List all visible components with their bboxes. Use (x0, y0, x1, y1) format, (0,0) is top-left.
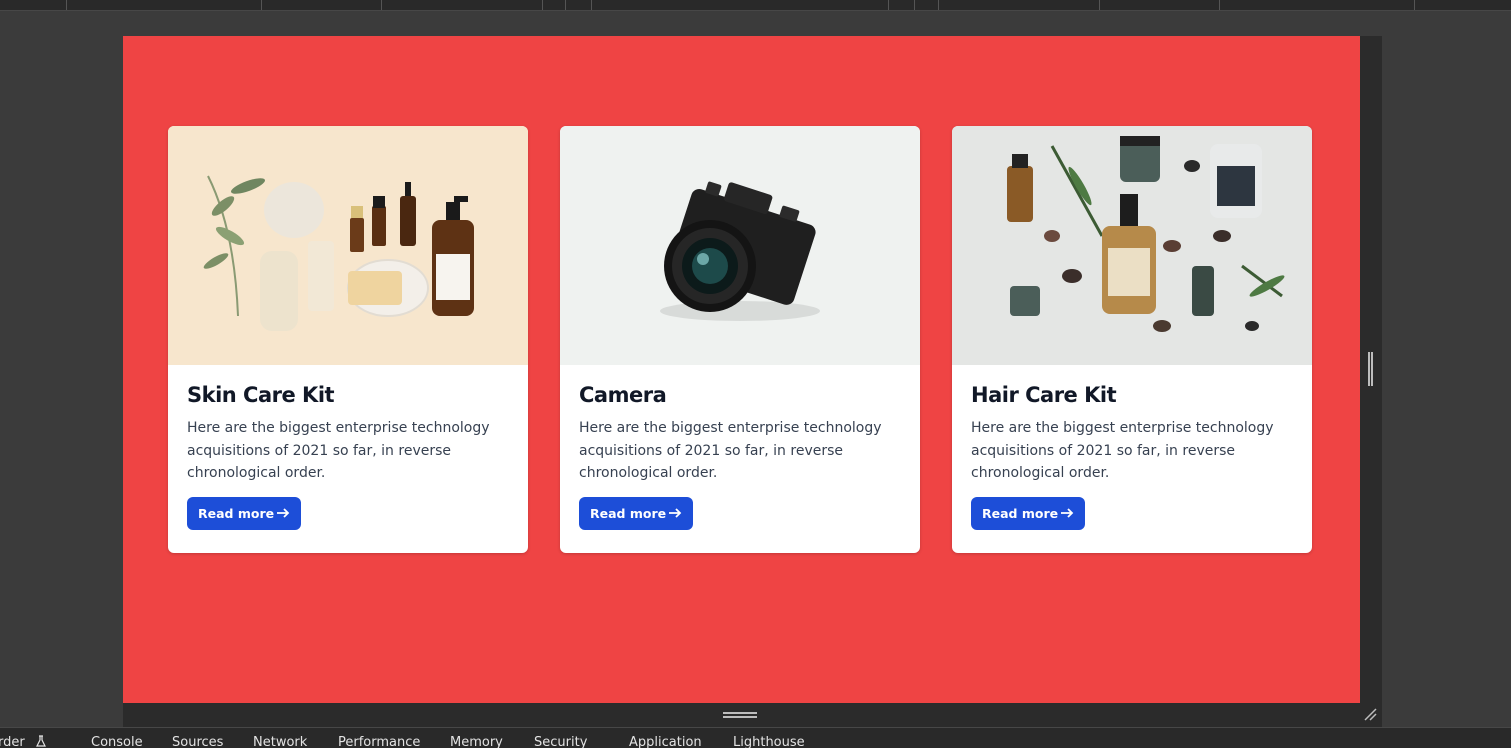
read-more-label: Read more (590, 505, 667, 521)
tab-sources[interactable]: Sources (172, 735, 223, 748)
toolbar-separator (888, 0, 889, 10)
arrow-right-icon (277, 508, 290, 518)
card-title: Skin Care Kit (187, 383, 335, 407)
page-viewport: Skin Care Kit Here are the biggest enter… (123, 36, 1360, 703)
read-more-button[interactable]: Read more (187, 496, 302, 530)
tab-lighthouse[interactable]: Lighthouse (733, 735, 805, 748)
viewport-height-resize-handle[interactable] (723, 712, 757, 718)
card-description: Here are the biggest enterprise technolo… (579, 420, 882, 481)
toolbar-separator (261, 0, 262, 10)
toolbar-separator (938, 0, 939, 10)
read-more-button[interactable]: Read more (579, 496, 694, 530)
viewport-bottom-gutter (123, 703, 1382, 727)
read-more-button[interactable]: Read more (971, 496, 1086, 530)
devtools-top-toolbar (0, 0, 1511, 11)
card-title: Hair Care Kit (971, 383, 1117, 407)
read-more-label: Read more (982, 505, 1059, 521)
tab-security[interactable]: Security (534, 735, 587, 748)
card-title: Camera (579, 383, 667, 407)
product-card-hair-care: Hair Care Kit Here are the biggest enter… (952, 126, 1312, 553)
tab-memory[interactable]: Memory (450, 735, 503, 748)
card-description: Here are the biggest enterprise technolo… (971, 420, 1274, 481)
tab-console[interactable]: Console (91, 735, 143, 748)
skin-care-image (168, 126, 528, 365)
tab-performance[interactable]: Performance (338, 735, 420, 748)
toolbar-separator (1219, 0, 1220, 10)
arrow-right-icon (1061, 508, 1074, 518)
devtools-tab-bar: rder Console Sources Network Performance… (0, 727, 1511, 748)
product-card-skin-care: Skin Care Kit Here are the biggest enter… (168, 126, 528, 553)
camera-illustration (560, 126, 920, 365)
tab-network[interactable]: Network (253, 735, 307, 748)
toolbar-separator (914, 0, 915, 10)
camera-image (560, 126, 920, 365)
tab-recorder[interactable]: rder (0, 735, 47, 748)
viewport-width-resize-handle[interactable] (1368, 352, 1373, 386)
tab-label: rder (0, 735, 25, 748)
skin-care-illustration (168, 126, 528, 365)
hair-care-image (952, 126, 1312, 365)
toolbar-separator (66, 0, 67, 10)
toolbar-separator (1099, 0, 1100, 10)
arrow-right-icon (669, 508, 682, 518)
toolbar-separator (591, 0, 592, 10)
toolbar-separator (565, 0, 566, 10)
toolbar-separator (381, 0, 382, 10)
tab-application[interactable]: Application (629, 735, 702, 748)
corner-resize-icon[interactable] (1363, 707, 1377, 721)
product-card-camera: Camera Here are the biggest enterprise t… (560, 126, 920, 553)
toolbar-separator (542, 0, 543, 10)
flask-icon (35, 735, 46, 747)
toolbar-separator (1414, 0, 1415, 10)
card-description: Here are the biggest enterprise technolo… (187, 420, 490, 481)
read-more-label: Read more (198, 505, 275, 521)
hair-care-illustration (952, 126, 1312, 365)
